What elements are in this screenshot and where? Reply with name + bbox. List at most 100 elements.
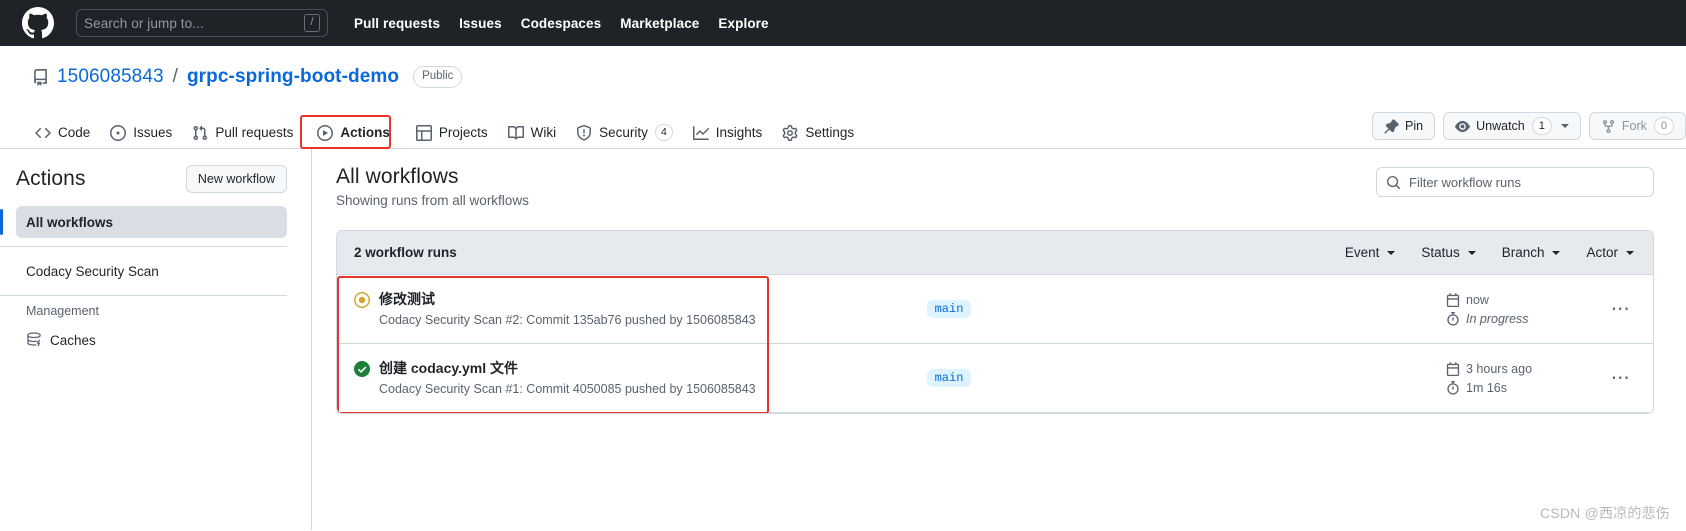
workflow-runs-count: 2 workflow runs — [354, 245, 457, 260]
nav-marketplace[interactable]: Marketplace — [620, 16, 699, 31]
tab-pull-requests[interactable]: Pull requests — [183, 119, 302, 147]
tab-security-label: Security — [599, 125, 648, 140]
issue-opened-icon — [110, 124, 127, 141]
nav-issues[interactable]: Issues — [459, 16, 502, 31]
tab-projects-label: Projects — [438, 125, 488, 140]
sidebar-title: Actions — [16, 167, 86, 190]
filter-branch-label: Branch — [1501, 245, 1545, 260]
search-input[interactable]: Search or jump to... / — [76, 9, 328, 37]
run-text: 创建 codacy.yml 文件 Codacy Security Scan #1… — [379, 359, 756, 398]
tab-wiki[interactable]: Wiki — [499, 119, 566, 147]
tab-insights[interactable]: Insights — [684, 119, 772, 147]
run-description: Codacy Security Scan #2: Commit 135ab76 … — [379, 313, 756, 328]
breadcrumb: 1506085843 / grpc-spring-boot-demo Publi… — [32, 66, 1662, 88]
github-mark-icon[interactable] — [22, 7, 54, 39]
filter-placeholder: Filter workflow runs — [1409, 174, 1521, 190]
gear-icon — [782, 124, 798, 141]
status-in-progress-icon — [354, 292, 370, 309]
run-time-ago: 3 hours ago — [1466, 361, 1533, 376]
filter-event-label: Event — [1344, 245, 1380, 260]
sidebar-item-all-workflows[interactable]: All workflows — [0, 206, 287, 238]
code-icon — [35, 125, 51, 141]
run-time-ago: now — [1466, 292, 1489, 307]
sidebar-divider-1 — [0, 246, 287, 247]
table-row[interactable]: 创建 codacy.yml 文件 Codacy Security Scan #1… — [337, 344, 1653, 413]
git-pull-request-icon — [192, 125, 208, 141]
run-title[interactable]: 修改测试 — [379, 290, 756, 309]
main-header: All workflows Showing runs from all work… — [336, 165, 1654, 208]
tab-actions-label: Actions — [340, 125, 390, 140]
run-meta: now In progress — [1446, 292, 1596, 326]
filter-actor-label: Actor — [1586, 245, 1618, 260]
table-icon — [415, 124, 432, 141]
run-title[interactable]: 创建 codacy.yml 文件 — [379, 359, 756, 378]
calendar-icon — [1446, 361, 1460, 376]
run-duration-text: 1m 16s — [1466, 380, 1507, 395]
run-timestamp: now — [1446, 292, 1596, 307]
tab-actions[interactable]: Actions — [308, 119, 399, 147]
sidebar-divider-2 — [0, 295, 287, 296]
filter-status-label: Status — [1421, 245, 1460, 260]
shield-icon — [576, 124, 592, 141]
branch-chip[interactable]: main — [926, 369, 972, 387]
tab-issues-label: Issues — [133, 125, 173, 140]
new-workflow-button[interactable]: New workflow — [185, 165, 287, 193]
filter-status[interactable]: Status — [1421, 245, 1476, 260]
search-icon — [1386, 175, 1401, 190]
tab-code-label: Code — [58, 125, 91, 140]
search-shortcut-key: / — [304, 14, 320, 32]
run-text: 修改测试 Codacy Security Scan #2: Commit 135… — [379, 290, 756, 329]
repo-name-link[interactable]: grpc-spring-boot-demo — [187, 66, 399, 88]
stopwatch-icon — [1446, 311, 1460, 326]
page-title: All workflows — [336, 165, 459, 188]
sidebar-header: Actions New workflow — [16, 165, 287, 193]
run-timestamp: 3 hours ago — [1446, 361, 1596, 376]
tab-projects[interactable]: Projects — [407, 119, 497, 147]
sidebar-item-codacy-security-scan[interactable]: Codacy Security Scan — [16, 255, 287, 287]
run-summary: 创建 codacy.yml 文件 Codacy Security Scan #1… — [354, 357, 784, 398]
workflow-runs-table-header: 2 workflow runs Event Status Branch Acto… — [337, 231, 1653, 275]
tab-settings[interactable]: Settings — [773, 119, 863, 147]
sidebar-item-label: All workflows — [26, 214, 114, 230]
branch-chip[interactable]: main — [926, 300, 972, 318]
workflow-runs-filters: Event Status Branch Actor — [1345, 245, 1636, 260]
workflow-runs-panel: All workflows Showing runs from all work… — [312, 149, 1686, 530]
run-meta: 3 hours ago 1m 16s — [1446, 361, 1596, 395]
tab-insights-label: Insights — [715, 125, 763, 140]
sidebar-group-management: Management — [26, 304, 99, 318]
run-description: Codacy Security Scan #1: Commit 4050085 … — [379, 382, 756, 397]
breadcrumb-separator: / — [172, 66, 178, 87]
stopwatch-icon — [1446, 380, 1460, 395]
run-menu-button[interactable]: ⋯ — [1606, 367, 1636, 390]
sidebar-item-caches[interactable]: Caches — [16, 324, 287, 356]
security-alert-count: 4 — [654, 124, 673, 141]
repository-nav: Code Issues Pull requests Actions Projec… — [0, 110, 1686, 149]
global-header: Search or jump to... / Pull requests Iss… — [0, 0, 1686, 46]
nav-pull-requests[interactable]: Pull requests — [354, 16, 440, 31]
tab-security[interactable]: Security 4 — [567, 118, 682, 147]
filter-actor[interactable]: Actor — [1586, 245, 1634, 260]
search-placeholder: Search or jump to... — [84, 15, 204, 31]
repo-icon — [32, 68, 49, 86]
run-menu-button[interactable]: ⋯ — [1606, 298, 1636, 321]
book-icon — [507, 125, 524, 141]
tab-settings-label: Settings — [805, 125, 855, 140]
tab-issues[interactable]: Issues — [101, 119, 181, 147]
repo-owner-link[interactable]: 1506085843 — [57, 66, 164, 88]
filter-event[interactable]: Event — [1345, 245, 1396, 260]
nav-codespaces[interactable]: Codespaces — [521, 16, 602, 31]
sidebar-item-label: Caches — [50, 332, 96, 348]
run-duration-text: In progress — [1466, 311, 1529, 326]
filter-workflow-runs-input[interactable]: Filter workflow runs — [1376, 167, 1654, 197]
tab-code[interactable]: Code — [26, 119, 99, 147]
watermark: CSDN @西凉的悲伤 — [1540, 505, 1670, 521]
run-duration: 1m 16s — [1446, 380, 1596, 395]
nav-explore[interactable]: Explore — [718, 16, 768, 31]
filter-branch[interactable]: Branch — [1502, 245, 1561, 260]
run-duration: In progress — [1446, 311, 1596, 326]
table-row[interactable]: 修改测试 Codacy Security Scan #2: Commit 135… — [337, 275, 1653, 344]
sidebar-item-label: Codacy Security Scan — [26, 263, 159, 279]
tab-wiki-label: Wiki — [530, 125, 557, 140]
main-header-text: All workflows Showing runs from all work… — [336, 165, 529, 208]
play-icon — [317, 124, 334, 141]
